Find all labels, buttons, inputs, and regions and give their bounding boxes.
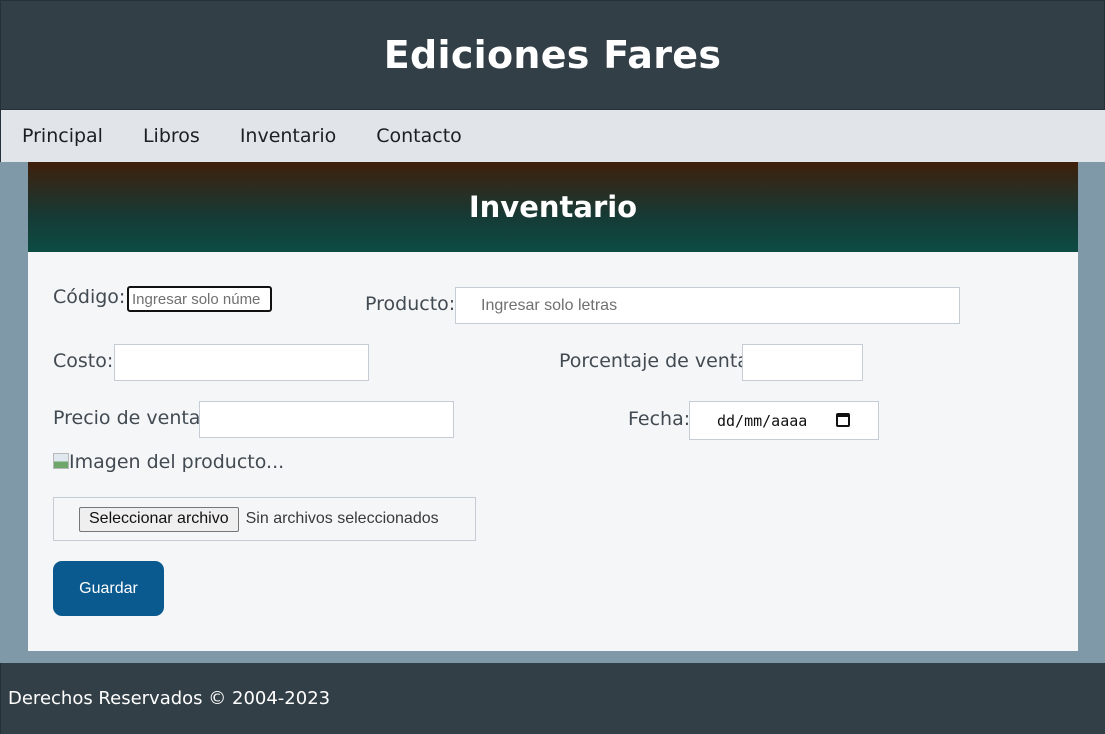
main-nav: Principal Libros Inventario Contacto — [0, 110, 1105, 162]
site-footer: Derechos Reservados © 2004-2023 — [0, 663, 1105, 734]
file-status: Sin archivos seleccionados — [245, 510, 439, 527]
choose-file-button[interactable]: Seleccionar archivo — [79, 506, 239, 532]
calendar-icon[interactable] — [836, 413, 850, 427]
card-title: Inventario — [468, 190, 638, 224]
site-header: Ediciones Fares — [0, 0, 1105, 110]
costo-input[interactable] — [114, 344, 369, 381]
nav-item-principal[interactable]: Principal — [22, 125, 103, 147]
nav-item-inventario[interactable]: Inventario — [240, 125, 336, 147]
fecha-input[interactable]: dd/mm/aaaa — [689, 401, 879, 440]
producto-label: Producto: — [365, 293, 456, 315]
porcentaje-input[interactable] — [742, 344, 863, 381]
broken-image-icon — [53, 453, 69, 469]
product-image: Imagen del producto... — [53, 451, 284, 473]
fecha-label: Fecha: — [628, 408, 691, 430]
precio-label: Precio de venta: — [53, 407, 207, 429]
costo-label: Costo: — [53, 350, 114, 372]
product-image-alt: Imagen del producto... — [69, 451, 285, 473]
fecha-value: dd/mm/aaaa — [717, 411, 808, 430]
nav-item-libros[interactable]: Libros — [143, 125, 200, 147]
card-header: Inventario — [28, 162, 1078, 252]
porcentaje-label: Porcentaje de venta: — [559, 350, 756, 372]
file-upload: Seleccionar archivo Sin archivos selecci… — [53, 497, 476, 541]
footer-text: Derechos Reservados © 2004-2023 — [8, 688, 331, 709]
codigo-input[interactable] — [127, 286, 272, 312]
precio-input[interactable] — [199, 401, 454, 438]
site-title: Ediciones Fares — [383, 33, 722, 77]
codigo-label: Código: — [53, 286, 126, 308]
nav-item-contacto[interactable]: Contacto — [376, 125, 462, 147]
save-button[interactable]: Guardar — [53, 561, 164, 616]
producto-input[interactable] — [455, 287, 960, 324]
